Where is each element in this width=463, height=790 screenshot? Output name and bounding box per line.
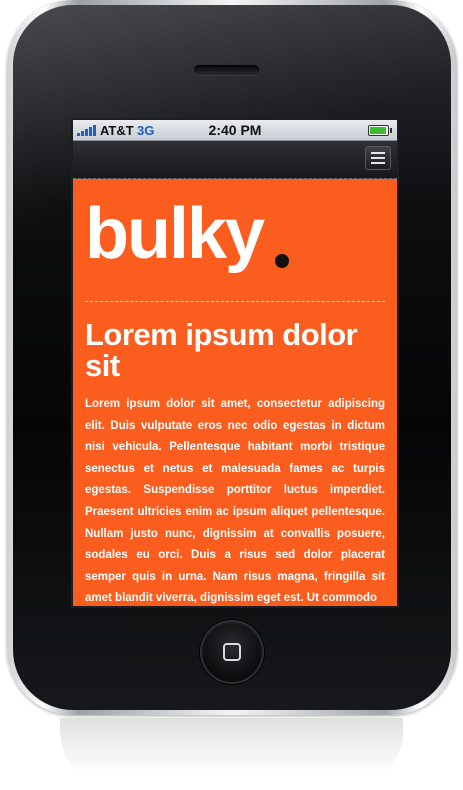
site-navbar (73, 141, 397, 179)
battery-icon (368, 125, 392, 136)
status-time: 2:40 PM (208, 122, 262, 138)
device-mockup: AT&T 3G 2:40 PM bulky Lorem ipsum dolor … (0, 0, 463, 790)
status-bar: AT&T 3G 2:40 PM (73, 120, 397, 141)
article-title: Lorem ipsum dolor sit (85, 317, 358, 383)
page-content: bulky Lorem ipsum dolor sit Lorem ipsum … (73, 179, 397, 606)
home-button[interactable] (200, 620, 264, 684)
logo-text: bulky (85, 194, 265, 274)
earpiece-speaker (194, 65, 259, 75)
hamburger-menu-icon[interactable] (365, 146, 391, 170)
phone-reflection (60, 718, 403, 790)
logo-dot-icon (275, 254, 289, 268)
battery-level (370, 127, 386, 134)
site-logo[interactable]: bulky (85, 189, 265, 279)
home-square-icon (223, 643, 241, 661)
article-body: Lorem ipsum dolor sit amet, consectetur … (85, 398, 385, 605)
divider (85, 301, 385, 302)
phone-screen: AT&T 3G 2:40 PM bulky Lorem ipsum dolor … (71, 118, 399, 608)
